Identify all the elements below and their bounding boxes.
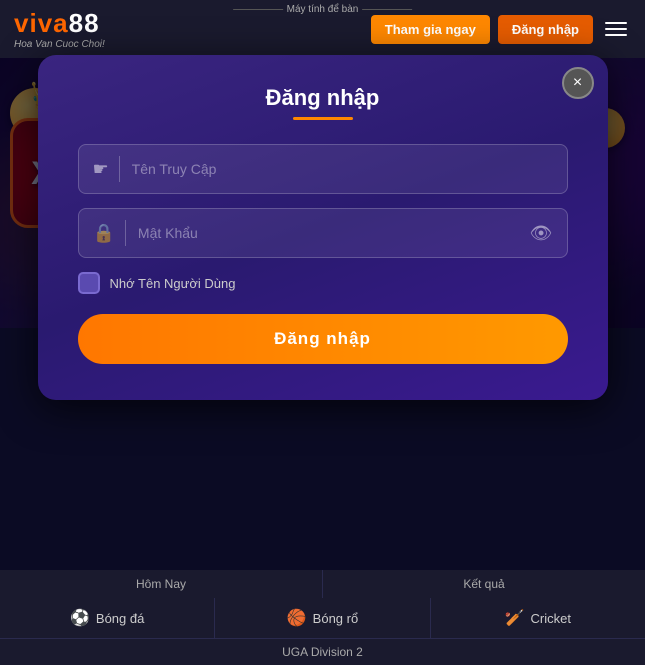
input-divider-2 <box>125 220 126 246</box>
remember-checkbox[interactable] <box>78 272 100 294</box>
ket-qua-label: Kết quả <box>323 570 645 598</box>
logo-slogan: Hoa Van Cuoc Choi! <box>14 39 105 50</box>
bong-ro-label: Bóng rổ <box>313 611 359 626</box>
bong-da-label: Bóng đá <box>96 611 144 626</box>
header-right: Tham gia ngay Đăng nhập <box>371 15 631 44</box>
hom-nay-label: Hôm Nay <box>0 570 323 598</box>
tab-cricket[interactable]: 🏏 Cricket <box>431 598 645 638</box>
header: viva88 Hoa Van Cuoc Choi! Máy tính để bà… <box>0 0 645 58</box>
bong-ro-icon: 🏀 <box>287 608 307 628</box>
username-input-group: ☛ <box>78 144 568 194</box>
bottom-strip: Hôm Nay Kết quả ⚽ Bóng đá 🏀 Bóng rổ 🏏 Cr… <box>0 570 645 665</box>
league-label: UGA Division 2 <box>0 639 645 665</box>
logo-text: viva88 <box>14 8 105 39</box>
modal-title: Đăng nhập <box>78 85 568 111</box>
tab-bong-da[interactable]: ⚽ Bóng đá <box>0 598 215 638</box>
input-divider-1 <box>119 156 120 182</box>
hamburger-line-3 <box>605 34 627 36</box>
sports-tab-row: ⚽ Bóng đá 🏀 Bóng rổ 🏏 Cricket <box>0 598 645 639</box>
lock-icon: 🔒 <box>93 223 115 244</box>
schedule-row: Hôm Nay Kết quả <box>0 570 645 598</box>
device-label: Máy tính để bàn <box>233 4 413 15</box>
cricket-icon: 🏏 <box>505 608 525 628</box>
login-submit-button[interactable]: Đăng nhập <box>78 314 568 364</box>
tab-bong-ro[interactable]: 🏀 Bóng rổ <box>215 598 430 638</box>
hamburger-line-2 <box>605 28 627 30</box>
modal-close-button[interactable]: × <box>562 67 594 99</box>
hamburger-menu-button[interactable] <box>601 18 631 40</box>
user-icon: ☛ <box>93 159 109 180</box>
logo: viva88 Hoa Van Cuoc Choi! <box>14 8 105 50</box>
login-header-button[interactable]: Đăng nhập <box>498 15 593 44</box>
hamburger-line-1 <box>605 22 627 24</box>
login-modal: × Đăng nhập ☛ 🔒 👁 Nhớ Tên Người Dùng Đăn… <box>38 55 608 400</box>
bong-da-icon: ⚽ <box>70 608 90 628</box>
join-button[interactable]: Tham gia ngay <box>371 15 490 44</box>
remember-label: Nhớ Tên Người Dùng <box>110 276 236 291</box>
toggle-password-icon[interactable]: 👁 <box>530 223 553 244</box>
username-input[interactable] <box>132 161 553 177</box>
cricket-label: Cricket <box>531 611 571 626</box>
remember-row: Nhớ Tên Người Dùng <box>78 272 568 294</box>
modal-title-underline <box>293 117 353 120</box>
password-input-group: 🔒 👁 <box>78 208 568 258</box>
password-input[interactable] <box>138 225 530 241</box>
